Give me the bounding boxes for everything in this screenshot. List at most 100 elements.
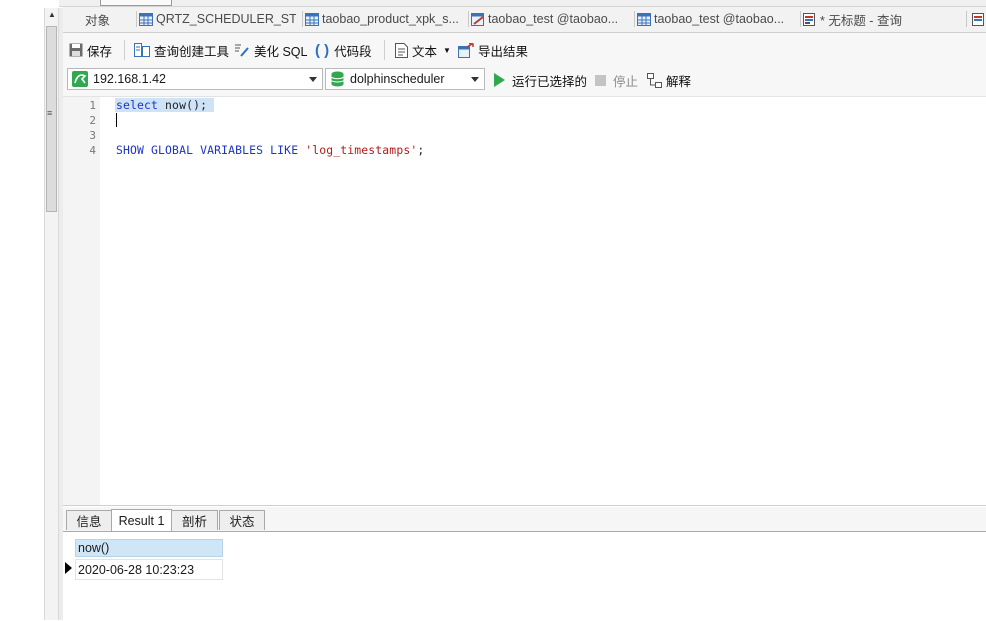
mysql-connection-icon xyxy=(72,71,88,87)
tab-separator xyxy=(634,11,635,27)
explain-label: 解释 xyxy=(666,74,692,89)
run-play-icon xyxy=(494,73,505,87)
dropdown-arrow-icon: ▼ xyxy=(443,45,451,55)
database-icon xyxy=(331,71,344,87)
tab-label: QRTZ_SCHEDULER_ST... xyxy=(156,12,296,26)
toolbar-separator xyxy=(384,40,385,60)
result-column-header[interactable]: now() xyxy=(75,539,223,557)
table-grid-icon xyxy=(139,12,153,26)
line-number: 3 xyxy=(89,129,96,142)
tab-separator xyxy=(302,11,303,27)
code-line: SHOW GLOBAL VARIABLES LIKE 'log_timestam… xyxy=(116,143,424,157)
text-mode-label: 文本 xyxy=(412,44,438,59)
tab-result-1-label: Result 1 xyxy=(118,513,165,528)
tab-profile[interactable]: 剖析 xyxy=(171,510,218,530)
table-grid-icon xyxy=(637,12,651,26)
query-toolbar: 保存 查询创建工具 美化 SQL ( ) 代码段 文本 ▼ 导出结果 xyxy=(63,33,986,66)
export-results-label: 导出结果 xyxy=(478,44,529,59)
current-row-marker-icon xyxy=(65,562,72,574)
query-icon xyxy=(972,12,984,26)
tab-separator xyxy=(468,11,469,27)
tab-label: taobao_product_xpk_s... xyxy=(322,12,459,26)
tab-label: * 无标题 - 查询 xyxy=(820,13,902,28)
run-selected-label: 运行已选择的 xyxy=(512,74,588,89)
left-panel-blank xyxy=(0,0,44,620)
sql-keyword: select xyxy=(116,98,159,112)
line-number: 2 xyxy=(89,114,96,127)
text-mode-button[interactable]: 文本 ▼ xyxy=(395,39,451,61)
tab-status[interactable]: 状态 xyxy=(219,510,265,530)
tab-label: taobao_test @taobao... xyxy=(488,12,619,26)
toolbar-separator xyxy=(124,40,125,60)
tab-qrtz-scheduler[interactable]: QRTZ_SCHEDULER_ST... xyxy=(136,7,296,31)
query-icon xyxy=(803,12,815,26)
connection-toolbar: 192.168.1.42 dolphinscheduler 运行已选择的 停止 … xyxy=(63,66,986,97)
connection-value: 192.168.1.42 xyxy=(93,72,166,86)
dropdown-caret-icon xyxy=(309,77,317,82)
sql-string: 'log_timestamps' xyxy=(305,143,418,157)
explain-tree-icon xyxy=(647,72,662,88)
save-label: 保存 xyxy=(87,44,113,59)
tab-taobao-test-design[interactable]: taobao_test @taobao... xyxy=(468,7,633,31)
tab-separator xyxy=(966,11,967,27)
database-value: dolphinscheduler xyxy=(350,72,445,86)
tab-profile-label: 剖析 xyxy=(181,515,207,529)
code-line: select now(); xyxy=(116,98,207,112)
editor-tab-bar: 对象 QRTZ_SCHEDULER_ST... taobao_product_x… xyxy=(63,7,986,33)
connection-select[interactable]: 192.168.1.42 xyxy=(67,68,323,90)
sql-text: ; xyxy=(417,143,425,157)
parentheses-icon: ( ) xyxy=(315,41,330,59)
table-design-icon xyxy=(471,12,484,26)
result-tab-bar: 信息 Result 1 剖析 状态 xyxy=(63,507,986,532)
line-number-gutter: 1 2 3 4 xyxy=(63,97,100,505)
sql-keyword: SHOW GLOBAL VARIABLES LIKE xyxy=(116,143,306,157)
tab-separator xyxy=(136,11,137,27)
database-select[interactable]: dolphinscheduler xyxy=(325,68,485,90)
result-cell[interactable]: 2020-06-28 10:23:23 xyxy=(75,559,223,580)
top-edge-bar xyxy=(59,0,986,7)
save-icon xyxy=(69,43,83,57)
line-number: 4 xyxy=(89,144,96,157)
tab-result-1[interactable]: Result 1 xyxy=(111,509,172,531)
code-snippet-button[interactable]: ( ) 代码段 xyxy=(315,39,372,61)
line-number: 1 xyxy=(89,99,96,112)
query-builder-label: 查询创建工具 xyxy=(154,44,230,59)
text-document-icon xyxy=(395,42,408,58)
sql-text: now(); xyxy=(158,98,208,112)
tab-overflow[interactable] xyxy=(966,7,986,31)
tab-info[interactable]: 信息 xyxy=(66,510,112,530)
save-button[interactable]: 保存 xyxy=(69,39,112,61)
code-snippet-label: 代码段 xyxy=(334,44,372,59)
beautify-sql-button[interactable]: 美化 SQL xyxy=(234,39,308,61)
query-builder-button[interactable]: 查询创建工具 xyxy=(134,39,229,61)
splitter-grip-icon: ≡ xyxy=(47,108,53,118)
tab-status-label: 状态 xyxy=(229,515,255,529)
text-caret xyxy=(116,113,117,127)
scroll-thumb[interactable] xyxy=(46,26,57,212)
stop-label: 停止 xyxy=(613,74,639,89)
stop-button[interactable]: 停止 xyxy=(595,69,638,91)
top-edge-tab xyxy=(100,0,172,6)
result-cell-value: 2020-06-28 10:23:23 xyxy=(78,562,195,577)
tab-label: 对象 xyxy=(85,13,111,28)
beautify-wand-icon xyxy=(235,44,249,57)
column-header-label: now() xyxy=(78,541,110,555)
tab-label: taobao_test @taobao... xyxy=(654,12,785,26)
left-vertical-scrollbar[interactable]: ▲ ≡ xyxy=(44,8,59,620)
run-selected-button[interactable]: 运行已选择的 xyxy=(494,69,587,91)
tab-untitled-query[interactable]: * 无标题 - 查询 xyxy=(800,7,930,31)
export-icon xyxy=(458,42,474,58)
export-results-button[interactable]: 导出结果 xyxy=(458,39,528,61)
explain-button[interactable]: 解释 xyxy=(647,69,691,91)
sql-editor[interactable]: 1 2 3 4 select now(); SHOW GLOBAL VARIABLES … xyxy=(63,97,986,505)
stop-square-icon xyxy=(595,74,606,86)
dropdown-caret-icon xyxy=(471,77,479,82)
tab-separator xyxy=(800,11,801,27)
tab-taobao-product[interactable]: taobao_product_xpk_s... xyxy=(302,7,467,31)
tab-info-label: 信息 xyxy=(76,515,102,529)
query-builder-icon xyxy=(134,43,150,57)
tab-taobao-test-data[interactable]: taobao_test @taobao... xyxy=(634,7,799,31)
table-grid-icon xyxy=(305,12,319,26)
beautify-sql-label: 美化 SQL xyxy=(254,44,308,59)
scroll-up-arrow-icon[interactable]: ▲ xyxy=(48,10,56,19)
